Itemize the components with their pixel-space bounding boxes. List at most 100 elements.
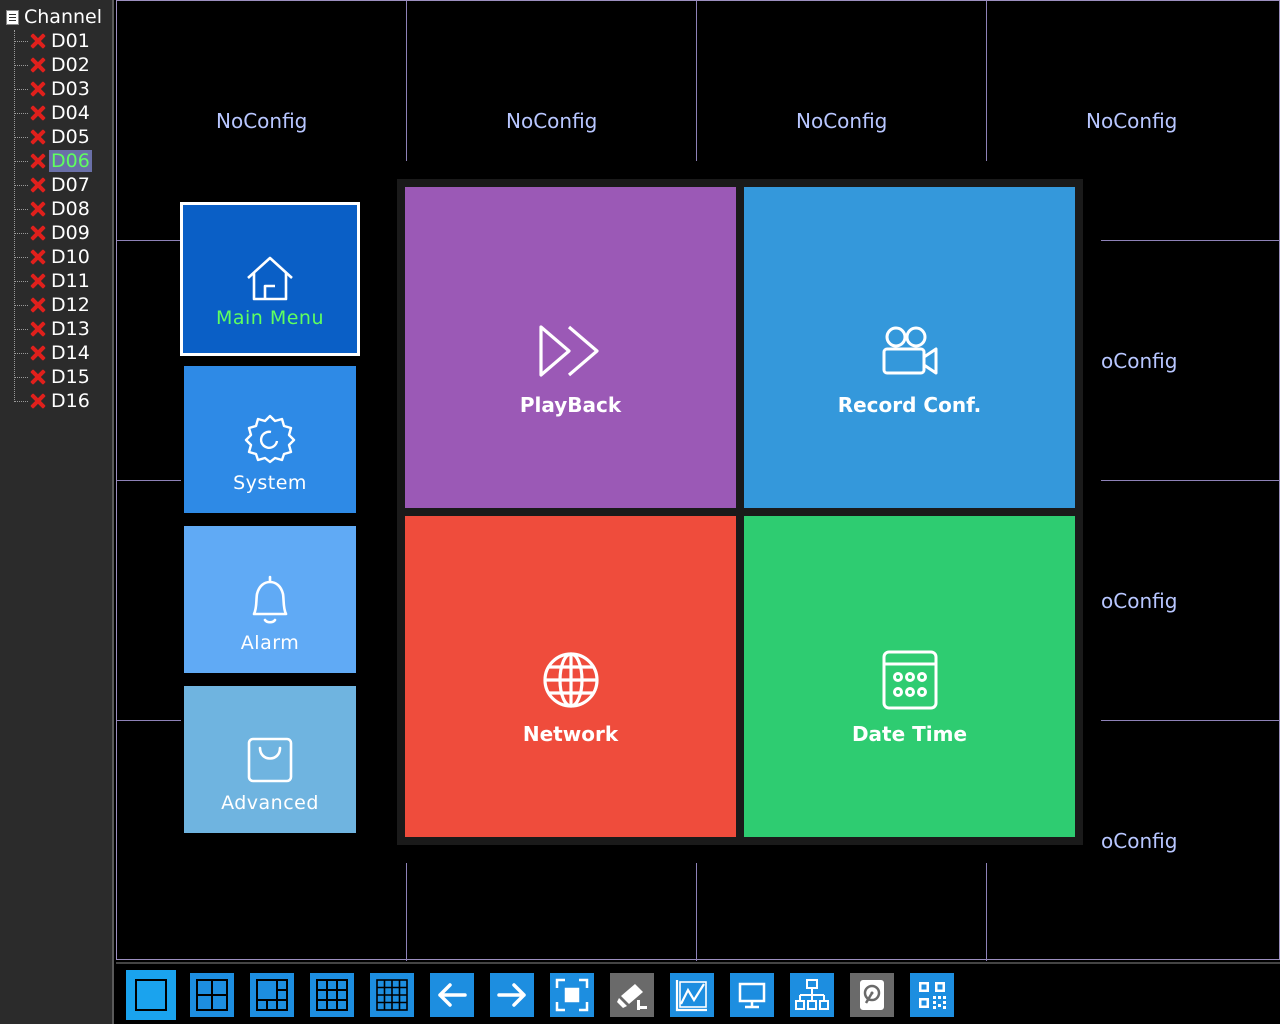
cell-status-text: NoConfig — [506, 109, 598, 133]
main-menu-tile[interactable]: Main Menu — [180, 202, 360, 356]
channel-item-d08[interactable]: D08 — [14, 197, 92, 221]
channel-item-d05[interactable]: D05 — [14, 125, 92, 149]
ptz-control-button[interactable] — [610, 973, 654, 1017]
nine-view-button[interactable] — [310, 973, 354, 1017]
channel-item-d02[interactable]: D02 — [14, 53, 92, 77]
alarm-tile[interactable]: Alarm — [184, 526, 356, 673]
fast-forward-icon — [538, 325, 599, 377]
system-tile[interactable]: System — [184, 366, 356, 513]
fullscreen-button[interactable] — [550, 973, 594, 1017]
channel-label: D14 — [51, 342, 90, 364]
channel-item-d04[interactable]: D04 — [14, 101, 92, 125]
grid-divider — [117, 240, 181, 241]
record-conf-label: Record Conf. — [837, 393, 982, 417]
system-label: System — [233, 472, 307, 494]
channel-item-d12[interactable]: D12 — [14, 293, 92, 317]
grid-divider — [986, 863, 987, 961]
date-time-tile[interactable]: Date Time — [744, 516, 1075, 837]
list-icon — [6, 9, 19, 25]
channel-label: D11 — [51, 270, 90, 292]
globe-icon — [542, 652, 599, 708]
disconnected-icon — [28, 319, 48, 339]
chart-icon — [675, 980, 707, 1012]
quad-view-button[interactable] — [190, 973, 234, 1017]
sixteen-view-icon — [376, 979, 408, 1011]
channel-item-d06[interactable]: D06 — [14, 149, 92, 173]
channel-label: D09 — [51, 222, 90, 244]
cell-status-text: oConfig — [1101, 589, 1178, 613]
grid-divider — [986, 1, 987, 161]
channel-item-d16[interactable]: D16 — [14, 389, 92, 413]
previous-button[interactable] — [430, 973, 474, 1017]
grid-divider — [117, 480, 181, 481]
disconnected-icon — [28, 343, 48, 363]
grid-divider — [1101, 720, 1280, 721]
calendar-icon — [882, 650, 937, 710]
disconnected-icon — [28, 223, 48, 243]
channel-item-d01[interactable]: D01 — [14, 29, 92, 53]
main-menu-label: Main Menu — [215, 307, 325, 329]
qr-code-button[interactable] — [910, 973, 954, 1017]
advanced-tile[interactable]: Advanced — [184, 686, 356, 833]
disconnected-icon — [28, 367, 48, 387]
channel-item-d14[interactable]: D14 — [14, 341, 92, 365]
channel-item-d07[interactable]: D07 — [14, 173, 92, 197]
single-view-icon — [135, 979, 167, 1011]
disconnected-icon — [28, 55, 48, 75]
channel-sidebar: Channel D01 D02 D03 D04 D05 D06 D07 D08 … — [0, 0, 114, 1024]
home-icon — [247, 256, 293, 301]
channel-label: D08 — [51, 198, 90, 220]
channel-tree-header[interactable]: Channel — [6, 6, 102, 28]
statistics-button[interactable] — [670, 973, 714, 1017]
monitor-button[interactable] — [730, 973, 774, 1017]
nine-view-icon — [316, 979, 348, 1011]
sixteen-view-button[interactable] — [370, 973, 414, 1017]
grid-divider — [696, 1, 697, 161]
channel-label: D05 — [51, 126, 90, 148]
channel-label: D07 — [51, 174, 90, 196]
alarm-label: Alarm — [240, 632, 300, 654]
channel-item-d11[interactable]: D11 — [14, 269, 92, 293]
record-conf-tile[interactable]: Record Conf. — [744, 187, 1075, 508]
cell-status-text: oConfig — [1101, 829, 1178, 853]
playback-tile[interactable]: PlayBack — [405, 187, 736, 508]
hard-disk-icon — [860, 980, 884, 1010]
quad-view-icon — [196, 979, 228, 1011]
channel-label: D12 — [51, 294, 90, 316]
channel-label: D15 — [51, 366, 90, 388]
main-menu-panel: PlayBack Record Conf. Network Date Time — [397, 179, 1083, 845]
channel-item-d03[interactable]: D03 — [14, 77, 92, 101]
bottom-toolbar — [116, 962, 1280, 1024]
monitor-icon — [738, 982, 766, 1009]
bell-icon — [252, 575, 288, 624]
channel-item-d09[interactable]: D09 — [14, 221, 92, 245]
grid-divider — [406, 863, 407, 961]
cell-status-text: NoConfig — [216, 109, 308, 133]
disconnected-icon — [28, 31, 48, 51]
channel-label: D02 — [51, 54, 90, 76]
grid-divider — [696, 863, 697, 961]
channel-item-d15[interactable]: D15 — [14, 365, 92, 389]
channel-label: D16 — [51, 390, 90, 412]
network-tile[interactable]: Network — [405, 516, 736, 837]
disconnected-icon — [28, 151, 48, 171]
channel-item-d13[interactable]: D13 — [14, 317, 92, 341]
channel-item-d10[interactable]: D10 — [14, 245, 92, 269]
network-topology-button[interactable] — [790, 973, 834, 1017]
six-view-button[interactable] — [250, 973, 294, 1017]
disconnected-icon — [28, 79, 48, 99]
channel-label: D01 — [51, 30, 90, 52]
disconnected-icon — [28, 175, 48, 195]
disconnected-icon — [28, 199, 48, 219]
single-view-button[interactable] — [126, 970, 176, 1020]
cell-status-text: oConfig — [1101, 349, 1178, 373]
next-button[interactable] — [490, 973, 534, 1017]
date-time-label: Date Time — [851, 722, 968, 746]
hard-disk-button[interactable] — [850, 973, 894, 1017]
cell-status-text: NoConfig — [796, 109, 888, 133]
channel-header-label: Channel — [24, 6, 103, 28]
advanced-label: Advanced — [221, 792, 319, 814]
disconnected-icon — [28, 271, 48, 291]
qr-code-icon — [919, 982, 946, 1009]
previous-arrow-icon — [438, 983, 467, 1007]
